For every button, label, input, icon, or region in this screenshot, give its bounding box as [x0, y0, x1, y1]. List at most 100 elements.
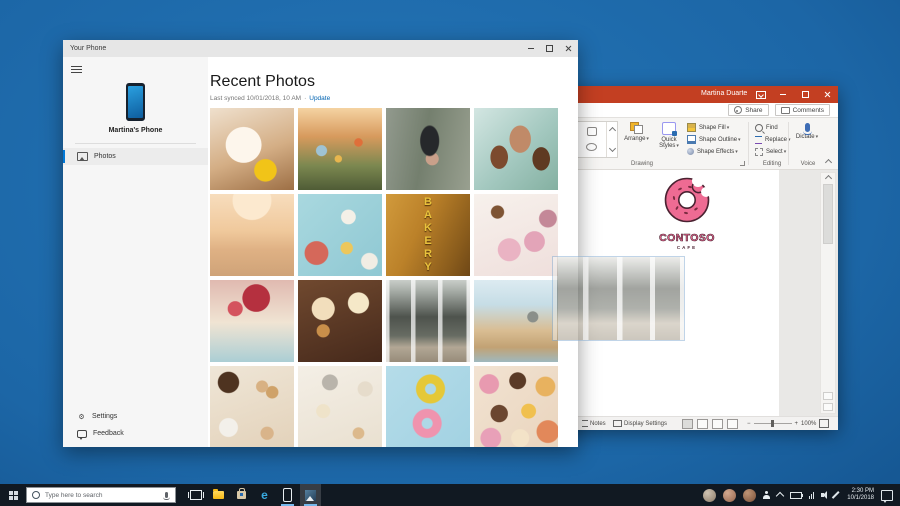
- quick-styles-icon: [662, 122, 677, 136]
- minimize-button[interactable]: [521, 40, 540, 57]
- drawing-dialog-launcher-icon[interactable]: [740, 161, 745, 166]
- clock-time: 2:30 PM: [851, 488, 874, 494]
- maximize-button[interactable]: [540, 40, 559, 57]
- arrange-button[interactable]: Arrange: [621, 121, 652, 159]
- photo-family-on-beach[interactable]: [210, 194, 294, 276]
- display-settings-button[interactable]: Display Settings: [613, 417, 667, 430]
- vertical-scrollbar[interactable]: [820, 172, 836, 414]
- clock-date: 10/1/2018: [847, 495, 874, 501]
- photo-berry-cheesecake[interactable]: [210, 280, 294, 362]
- minimize-button[interactable]: [772, 86, 794, 103]
- people-contact-avatar[interactable]: [703, 488, 717, 502]
- hamburger-menu-icon[interactable]: [71, 64, 82, 75]
- notes-button[interactable]: Notes: [582, 417, 606, 430]
- shape-effects-button[interactable]: Shape Effects: [687, 147, 738, 156]
- feedback-icon: [77, 429, 87, 440]
- replace-icon: [755, 135, 762, 144]
- search-placeholder: Type here to search: [45, 491, 103, 499]
- photo-cafe-interior[interactable]: [474, 280, 558, 362]
- task-view-button[interactable]: [185, 484, 206, 506]
- photo-pink-marshmallows-coffee[interactable]: [474, 194, 558, 276]
- dictate-button[interactable]: Dictate: [792, 121, 822, 159]
- main-content: Recent Photos Last synced 10/01/2018, 10…: [208, 57, 578, 447]
- shape-outline-button[interactable]: Shape Outline: [687, 135, 741, 144]
- collapse-ribbon-icon[interactable]: [824, 158, 833, 167]
- file-explorer-button[interactable]: [208, 484, 229, 506]
- notes-icon: [582, 420, 588, 427]
- previous-slide-button[interactable]: [823, 392, 833, 400]
- photo-bakery-letter-sign[interactable]: BAKERY: [386, 194, 470, 276]
- edge-button[interactable]: e: [254, 484, 275, 506]
- bakery-sign-text: BAKERY: [422, 196, 434, 274]
- people-contact-avatar[interactable]: [723, 488, 737, 502]
- photo-dog-with-yellow-ball[interactable]: [210, 108, 294, 190]
- share-button[interactable]: Share: [728, 104, 769, 116]
- show-hidden-icons-chevron[interactable]: [776, 491, 785, 501]
- start-button[interactable]: [0, 484, 26, 506]
- taskbar-clock[interactable]: 2:30 PM 10/1/2018: [847, 488, 874, 502]
- people-contact-avatar[interactable]: [743, 488, 757, 502]
- sidebar-item-settings[interactable]: ⚙ Settings: [63, 408, 208, 425]
- photo-assorted-donuts[interactable]: [474, 366, 558, 447]
- shapes-gallery-scroll[interactable]: [606, 122, 617, 157]
- shape-fill-button[interactable]: Shape Fill: [687, 123, 729, 132]
- photo-baking-tools-flatlay[interactable]: [298, 366, 382, 447]
- store-bag-icon: [237, 488, 246, 499]
- last-synced-text: Last synced 10/01/2018, 10 AM: [210, 95, 302, 102]
- microsoft-store-button[interactable]: [231, 484, 252, 506]
- ellipse-shape-icon[interactable]: [586, 143, 598, 152]
- contoso-logo[interactable]: CONTOSO CAFE: [642, 175, 732, 250]
- slide-sorter-view-button[interactable]: [697, 418, 708, 429]
- network-icon[interactable]: [809, 491, 815, 499]
- storefront-photo-drag-ghost[interactable]: [552, 256, 685, 341]
- zoom-slider[interactable]: [753, 420, 792, 427]
- people-icon[interactable]: [763, 491, 771, 499]
- next-slide-button[interactable]: [823, 403, 833, 411]
- battery-icon[interactable]: [790, 491, 804, 499]
- photo-shop-storefront[interactable]: [386, 280, 470, 362]
- your-phone-titlebar: Your Phone: [63, 40, 578, 57]
- photos-taskbar-button[interactable]: [300, 484, 321, 506]
- photo-baking-flatlay-eggs[interactable]: [210, 366, 294, 447]
- maximize-button[interactable]: [794, 86, 816, 103]
- zoom-level[interactable]: 100%: [801, 421, 816, 427]
- quick-styles-button[interactable]: Quick Styles: [653, 121, 685, 159]
- photo-wildflower-field[interactable]: [298, 108, 382, 190]
- close-button[interactable]: [816, 86, 838, 103]
- normal-view-button[interactable]: [682, 418, 693, 429]
- sidebar-item-photos[interactable]: Photos: [63, 148, 208, 165]
- photo-food-flatlay-blue-table[interactable]: [298, 194, 382, 276]
- zoom-out-button[interactable]: −: [747, 421, 751, 427]
- volume-icon[interactable]: [821, 491, 828, 499]
- search-input[interactable]: Type here to search: [26, 487, 176, 503]
- select-button[interactable]: Select: [755, 147, 786, 156]
- comments-button[interactable]: Comments: [774, 104, 830, 116]
- replace-button[interactable]: Replace: [755, 135, 791, 144]
- photos-icon: [77, 152, 88, 161]
- rounded-rectangle-shape-icon[interactable]: [586, 127, 597, 137]
- photo-caramel-cupcakes[interactable]: [298, 280, 382, 362]
- action-center-icon[interactable]: [881, 489, 893, 503]
- photo-family-portrait[interactable]: [474, 108, 558, 190]
- microphone-icon[interactable]: [163, 492, 170, 500]
- ribbon-display-options-icon[interactable]: [750, 86, 772, 103]
- reading-view-button[interactable]: [712, 418, 723, 429]
- device-name: Martina's Phone: [108, 127, 163, 134]
- scroll-up-icon[interactable]: [824, 174, 832, 183]
- close-button[interactable]: [559, 40, 578, 57]
- slideshow-view-button[interactable]: [727, 418, 738, 429]
- update-link[interactable]: Update: [309, 95, 330, 102]
- sidebar: Martina's Phone Photos ⚙ Settings Feedba…: [63, 57, 208, 447]
- find-button[interactable]: Find: [755, 123, 778, 132]
- sidebar-item-feedback[interactable]: Feedback: [63, 425, 208, 442]
- editing-group-label: Editing: [762, 161, 782, 167]
- fit-slide-to-window-button[interactable]: [819, 419, 830, 428]
- shape-fill-icon: [687, 123, 696, 132]
- photo-two-donuts-on-blue[interactable]: [386, 366, 470, 447]
- select-icon: [755, 147, 763, 156]
- your-phone-taskbar-button[interactable]: [277, 484, 298, 506]
- photo-feet-on-stone-path[interactable]: [386, 108, 470, 190]
- windows-ink-pen-icon[interactable]: [832, 491, 840, 499]
- zoom-in-button[interactable]: +: [795, 421, 799, 427]
- scrollbar-thumb[interactable]: [823, 184, 833, 244]
